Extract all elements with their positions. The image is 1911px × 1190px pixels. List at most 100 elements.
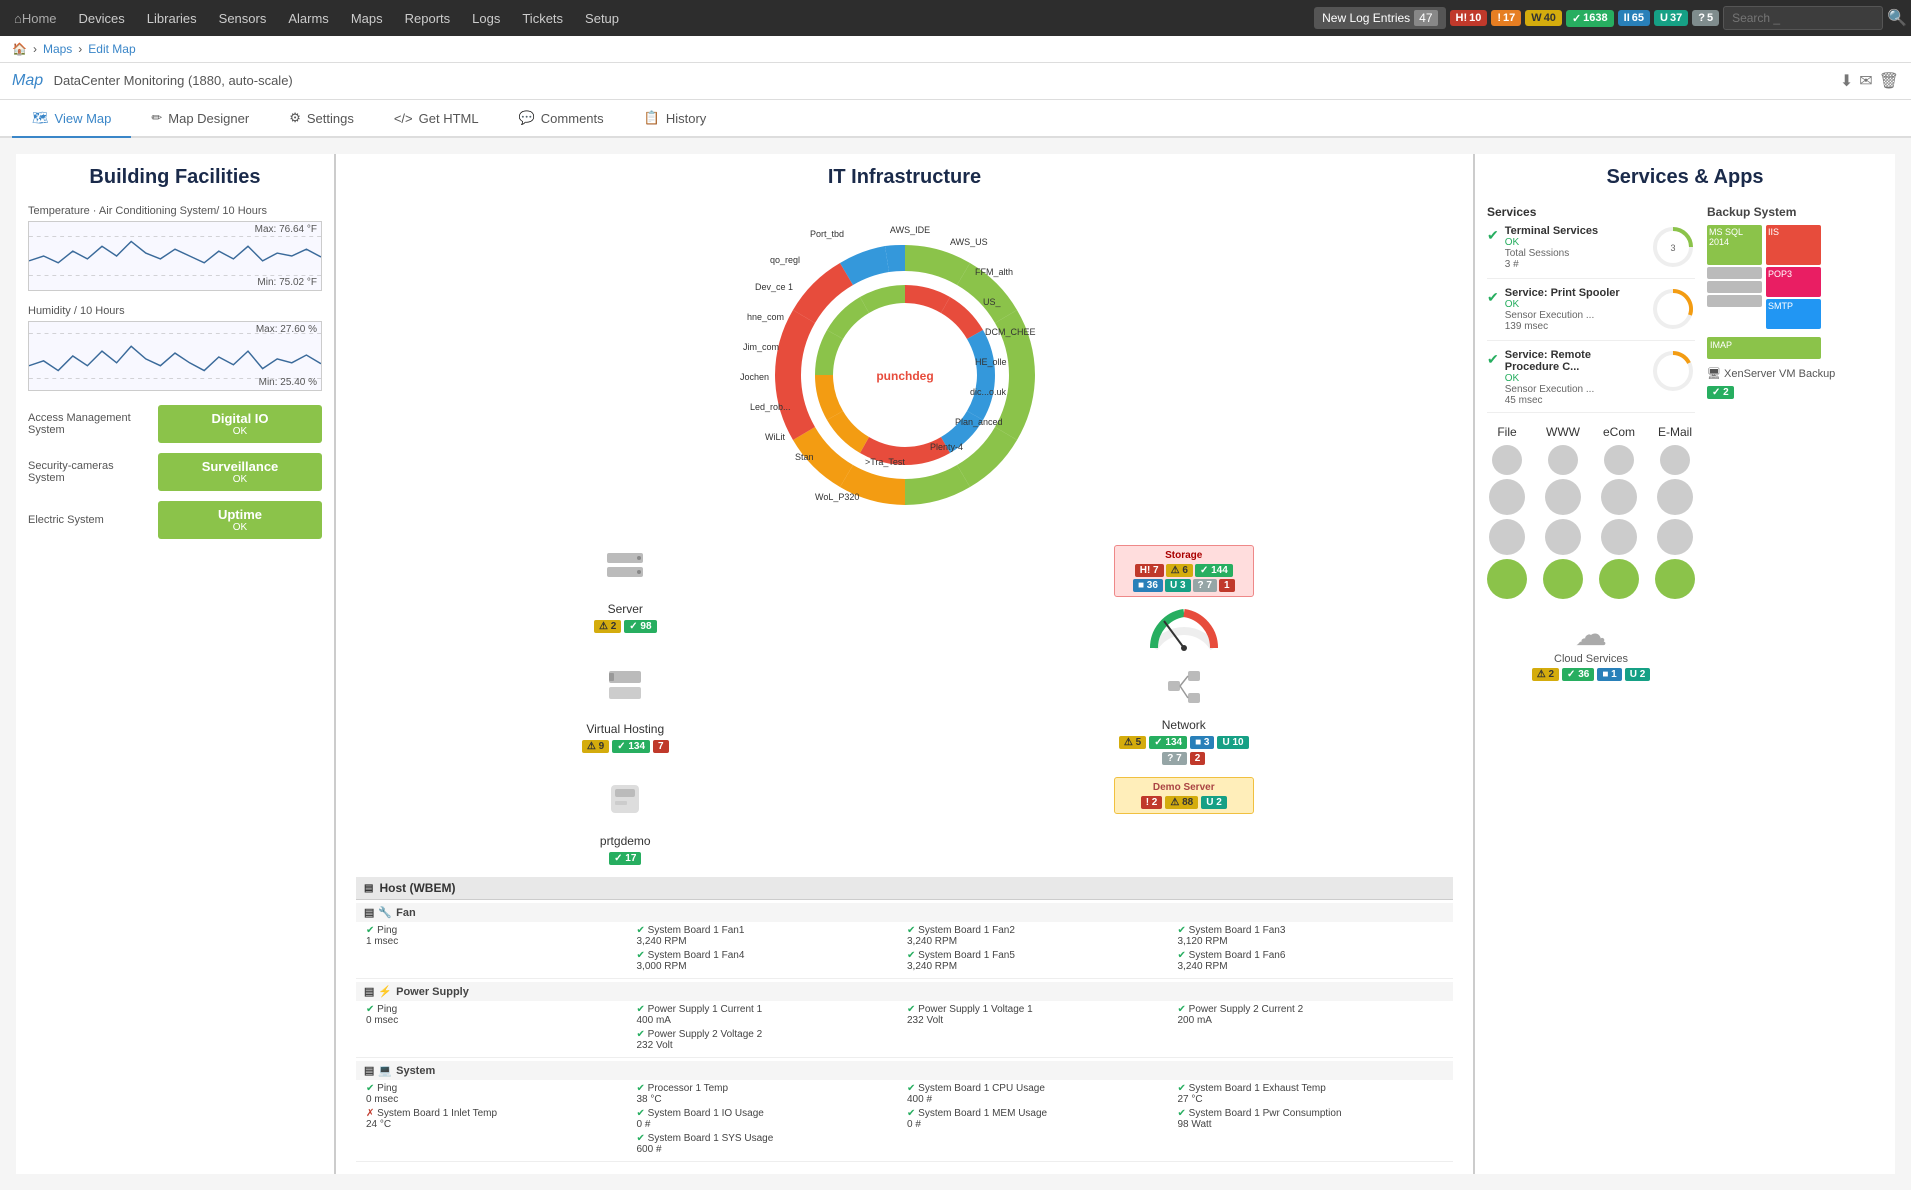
map-designer-icon: ✏ [151,110,162,126]
search-input[interactable] [1723,6,1883,30]
xenserver-label: 🖥 XenServer VM Backup [1707,367,1883,380]
nav-sensors[interactable]: Sensors [209,0,277,36]
mail-button[interactable]: ✉ [1859,71,1872,91]
search-icon[interactable]: 🔍 [1887,8,1907,28]
svg-text:Port_tbd: Port_tbd [810,229,844,239]
history-icon: 📋 [644,110,660,126]
prtgdemo-item[interactable]: prtgdemo ✓ 17 [555,777,695,865]
server-badges: ⚠ 2 ✓ 98 [555,620,695,633]
comments-icon: 💬 [519,110,535,126]
nav-libraries[interactable]: Libraries [137,0,207,36]
virtual-hosting-item[interactable]: Virtual Hosting ⚠ 9 ✓ 134 7 [555,665,695,765]
badge-h[interactable]: H! 10 [1450,10,1488,26]
nav-maps[interactable]: Maps [341,0,393,36]
wbem-fan-category: ▤ 🔧 Fan [356,903,1453,922]
system-data-grid: ✔ Ping0 msec ✔ Processor 1 Temp38 °C ✔ S… [356,1080,1453,1158]
wbem-expand-icon[interactable]: ▤ [364,883,373,894]
expand-system-icon[interactable]: ▤ [364,1064,374,1077]
services-title: Services & Apps [1487,166,1883,189]
digital-io-button[interactable]: Digital IO OK [158,405,322,443]
network-icon [1114,665,1254,718]
nav-tickets[interactable]: Tickets [512,0,573,36]
svg-text:>Tra_Test: >Tra_Test [865,457,905,467]
nav-home[interactable]: ⌂ Home [4,0,67,36]
svg-text:HE_olle: HE_olle [975,357,1007,367]
expand-fan-icon[interactable]: ▤ [364,906,374,919]
main-content: Building Facilities Temperature · Air Co… [0,138,1911,1190]
it-title: IT Infrastructure [356,166,1453,189]
storage-item[interactable]: Storage H! 7 ⚠ 6 ✓ 144 ■ 36 U 3 ? 7 1 [1114,545,1254,653]
humidity-chart: Max: 27.60 % Min: 25.40 % [28,321,322,391]
page-header: Map DataCenter Monitoring (1880, auto-sc… [0,63,1911,100]
nav-setup[interactable]: Setup [575,0,629,36]
svg-text:Plenty-4: Plenty-4 [930,442,963,452]
download-button[interactable]: ⬇ [1840,71,1853,91]
network-item[interactable]: Network ⚠ 5 ✓ 134 ■ 3 U 10 ? 7 2 [1114,665,1254,765]
badge-u[interactable]: U 37 [1654,10,1688,26]
get-html-icon: </> [394,111,413,126]
badge-ok[interactable]: ✓ 1638 [1566,10,1614,27]
wbem-system-category: ▤ 💻 System [356,1061,1453,1080]
panel-building-facilities: Building Facilities Temperature · Air Co… [16,154,336,1174]
badge-p[interactable]: II 65 [1618,10,1650,26]
xenserver-icon: 🖥 [1707,368,1721,380]
breadcrumb-home-icon[interactable]: 🏠 [12,42,27,56]
svg-text:US_: US_ [983,297,1002,307]
svg-text:WoL_P320: WoL_P320 [815,492,859,502]
wbem-section: ▤ Host (WBEM) ▤ 🔧 Fan ✔ Ping1 msec ✔ Sys… [356,877,1453,1162]
nav-devices[interactable]: Devices [69,0,135,36]
imap-bar: IMAP [1707,337,1821,359]
page-title: Map DataCenter Monitoring (1880, auto-sc… [12,72,293,90]
nav-alarms[interactable]: Alarms [278,0,338,36]
power-icon: ⚡ [378,985,392,998]
tab-view-map[interactable]: 🗺 View Map [12,100,131,138]
app-ecom: eCom [1599,425,1639,599]
topbar-right: New Log Entries 47 H! 10 ! 17 W 40 ✓ 163… [1314,6,1907,30]
svg-text:WiLit: WiLit [765,432,785,442]
nav-reports[interactable]: Reports [395,0,461,36]
server-item[interactable]: Server ⚠ 2 ✓ 98 [555,545,695,653]
tab-map-designer[interactable]: ✏ Map Designer [131,100,269,138]
app-email: E-Mail [1655,425,1695,599]
print-spooler-item: ✔ Service: Print Spooler OK Sensor Execu… [1487,287,1695,341]
cloud-services: ☁ Cloud Services ⚠ 2 ✓ 36 ■ 1 U 2 [1487,615,1695,681]
wbem-fan-row: ▤ 🔧 Fan ✔ Ping1 msec ✔ System Board 1 Fa… [356,900,1453,979]
demo-server-item[interactable]: Demo Server ! 2 ⚠ 88 U 2 [1114,777,1254,865]
tab-history[interactable]: 📋 History [624,100,727,138]
delete-button[interactable]: 🗑 [1879,71,1899,91]
wbem-power-category: ▤ ⚡ Power Supply [356,982,1453,1001]
badge-w[interactable]: W 40 [1525,10,1562,26]
breadcrumb-edit-map[interactable]: Edit Map [88,42,135,56]
virtual-hosting-icon [555,665,695,718]
surveillance-button[interactable]: Surveillance OK [158,453,322,491]
remote-procedure-item: ✔ Service: Remote Procedure C... OK Sens… [1487,349,1695,413]
svg-text:3: 3 [1670,243,1675,253]
settings-icon: ⚙ [289,110,301,126]
expand-power-icon[interactable]: ▤ [364,985,374,998]
app-www: WWW [1543,425,1583,599]
prtgdemo-icon [555,777,695,830]
tab-get-html[interactable]: </> Get HTML [374,100,499,138]
tab-settings[interactable]: ⚙ Settings [269,100,374,138]
power-data-grid: ✔ Ping0 msec ✔ Power Supply 1 Current 14… [356,1001,1453,1054]
nav-logs[interactable]: Logs [462,0,510,36]
fan-data-grid: ✔ Ping1 msec ✔ System Board 1 Fan13,240 … [356,922,1453,975]
log-entries-button[interactable]: New Log Entries 47 [1314,7,1445,29]
view-map-icon: 🗺 [32,110,49,126]
svg-text:Dev_ce 1: Dev_ce 1 [755,282,793,292]
server-icon [555,545,695,598]
tab-comments[interactable]: 💬 Comments [499,100,624,138]
uptime-button[interactable]: Uptime OK [158,501,322,539]
wbem-power-row: ▤ ⚡ Power Supply ✔ Ping0 msec ✔ Power Su… [356,979,1453,1058]
badge-e[interactable]: ! 17 [1491,10,1521,26]
panel-services-apps: Services & Apps Services ✔ Terminal Serv… [1475,154,1895,1174]
home-icon: ⌂ [14,11,22,26]
system-icon: 💻 [378,1064,392,1077]
badge-q[interactable]: ? 5 [1692,10,1719,26]
apps-grid: File WWW [1487,425,1695,599]
svg-text:qo_regl: qo_regl [770,255,800,265]
breadcrumb-maps[interactable]: Maps [43,42,72,56]
svg-text:Jochen: Jochen [740,372,769,382]
svg-text:Stan: Stan [795,452,814,462]
top-navigation: ⌂ Home Devices Libraries Sensors Alarms … [0,0,1911,36]
